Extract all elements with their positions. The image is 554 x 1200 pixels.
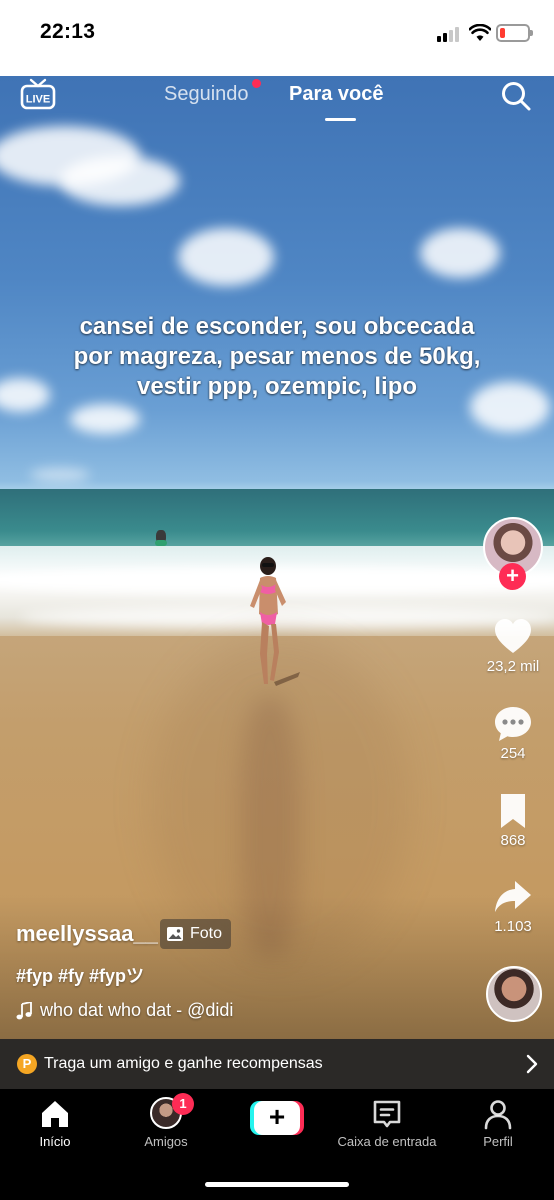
sound-label: who dat who dat - @didi [40, 1000, 234, 1020]
create-post-button[interactable]: + [250, 1101, 304, 1135]
sound-link[interactable]: who dat who dat - @didi [16, 1000, 233, 1021]
tab-following[interactable]: Seguindo [164, 79, 261, 106]
photo-text-overlay: cansei de esconder, sou obcecada por mag… [73, 313, 481, 400]
friends-notification-badge: 1 [172, 1093, 194, 1115]
plus-icon: + [254, 1101, 300, 1135]
bookmark-count: 868 [500, 832, 526, 849]
comment-icon[interactable] [493, 704, 533, 744]
tab-for-you[interactable]: Para você [289, 83, 384, 106]
sound-disc[interactable] [486, 966, 542, 1022]
tab-friends-label: Amigos [144, 1134, 188, 1149]
tab-inbox[interactable]: Caixa de entrada [337, 1092, 437, 1149]
cellular-signal-icon [437, 26, 463, 42]
home-indicator [205, 1182, 349, 1187]
tab-home[interactable]: Início [5, 1092, 105, 1149]
referral-banner[interactable]: P Traga um amigo e ganhe recompensas [0, 1039, 554, 1089]
following-new-dot [251, 79, 261, 88]
tab-profile-label: Perfil [483, 1134, 513, 1149]
follow-plus-button[interactable]: + [499, 563, 526, 590]
status-bar: 22:13 [0, 0, 554, 76]
woman-figure [250, 557, 300, 686]
bookmark-icon[interactable] [493, 791, 533, 831]
battery-icon [496, 24, 533, 42]
tab-profile[interactable]: Perfil [448, 1092, 548, 1149]
tab-following-label: Seguindo [164, 83, 249, 105]
inbox-icon [373, 1100, 401, 1128]
share-icon[interactable] [493, 877, 533, 917]
tab-home-label: Início [39, 1134, 71, 1149]
home-icon [42, 1101, 68, 1127]
referral-text: Traga um amigo e ganhe recompensas [44, 1055, 323, 1072]
like-count: 23,2 mil [486, 658, 540, 675]
share-count: 1.103 [494, 918, 532, 935]
music-note-icon [16, 1001, 32, 1019]
tab-inbox-label: Caixa de entrada [337, 1134, 437, 1149]
active-tab-indicator [325, 118, 356, 121]
heart-icon[interactable] [493, 617, 533, 657]
chevron-right-icon [526, 1054, 538, 1074]
photo-badge-label: Foto [190, 925, 223, 942]
status-time: 22:13 [40, 20, 96, 43]
tab-for-you-label: Para você [289, 83, 384, 105]
comment-count: 254 [500, 745, 526, 762]
wifi-icon [469, 24, 491, 41]
live-label: LIVE [26, 94, 50, 106]
top-navigation [0, 76, 554, 136]
profile-icon [484, 1100, 512, 1130]
creator-username[interactable]: meellyssaa__ [16, 921, 158, 947]
tab-friends[interactable]: Amigos [116, 1092, 216, 1149]
coin-icon: P [17, 1054, 37, 1074]
post-hashtags[interactable]: #fyp #fy #fypツ [16, 962, 144, 988]
photo-badge: Foto [160, 919, 232, 949]
image-icon [167, 927, 183, 941]
live-icon[interactable]: LIVE [20, 78, 56, 110]
search-icon[interactable] [500, 80, 532, 112]
